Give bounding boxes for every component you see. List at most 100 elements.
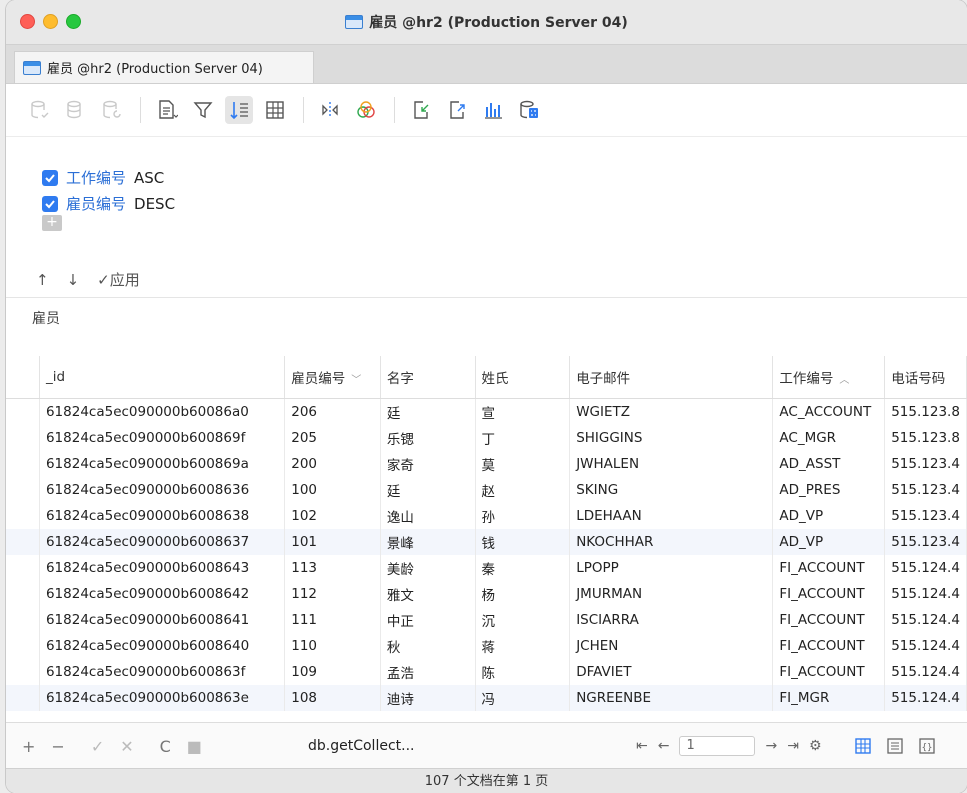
table-cell[interactable]: 110 — [284, 633, 381, 659]
sort-field[interactable]: 雇员编号 — [66, 193, 126, 214]
table-cell[interactable]: JCHEN — [569, 633, 774, 659]
table-cell[interactable]: 家奇 — [380, 451, 476, 477]
table-cell[interactable]: FI_ACCOUNT — [772, 555, 886, 581]
table-cell[interactable]: AC_ACCOUNT — [772, 398, 886, 425]
table-row[interactable]: 61824ca5ec090000b600869a 200 家奇莫 JWHALEN AD_… — [6, 451, 967, 477]
table-cell[interactable]: 61824ca5ec090000b6008640 — [39, 633, 286, 659]
table-row[interactable]: 61824ca5ec090000b6008636 100 廷赵 SKING AD_PRE… — [6, 477, 967, 503]
table-cell[interactable]: 206 — [284, 398, 381, 425]
sort-direction[interactable]: DESC — [134, 195, 175, 213]
table-cell[interactable]: SHIGGINS — [569, 425, 774, 451]
column-header[interactable]: 电子邮件 — [569, 356, 774, 399]
sort-direction[interactable]: ASC — [134, 169, 164, 187]
table-cell[interactable]: 515.124.4 — [884, 581, 967, 607]
column-header[interactable]: 姓氏 — [475, 356, 571, 399]
refresh-button[interactable]: C — [160, 737, 171, 756]
table-cell[interactable]: 丁 — [475, 425, 571, 451]
table-cell[interactable]: 沉 — [475, 607, 571, 633]
commit-button[interactable] — [62, 96, 90, 124]
tab-employees[interactable]: 雇员 @hr2 (Production Server 04) — [14, 51, 314, 83]
table-cell[interactable]: 101 — [284, 529, 381, 555]
grid-view-button[interactable] — [261, 96, 289, 124]
table-cell[interactable]: 61824ca5ec090000b6008636 — [39, 477, 286, 503]
table-cell[interactable]: 108 — [284, 685, 381, 711]
table-cell[interactable]: 乐锶 — [380, 425, 476, 451]
chart-button[interactable] — [479, 96, 507, 124]
table-cell[interactable]: 冯 — [475, 685, 571, 711]
move-down-button[interactable]: ↓ — [67, 271, 80, 289]
table-cell[interactable]: 515.124.4 — [884, 685, 967, 711]
table-cell[interactable]: FI_MGR — [772, 685, 886, 711]
table-cell[interactable]: 515.124.4 — [884, 607, 967, 633]
begin-transaction-button[interactable] — [26, 96, 54, 124]
filter-button[interactable] — [189, 96, 217, 124]
merge-view-button[interactable] — [352, 96, 380, 124]
table-cell[interactable]: 205 — [284, 425, 381, 451]
table-cell[interactable]: 61824ca5ec090000b6008641 — [39, 607, 286, 633]
table-cell[interactable]: 陈 — [475, 659, 571, 685]
sort-rule-checkbox[interactable] — [42, 195, 58, 212]
table-cell[interactable]: 515.123.4 — [884, 503, 967, 529]
column-header[interactable]: 工作编号 ︿ — [772, 356, 886, 399]
table-cell[interactable]: 515.124.4 — [884, 659, 967, 685]
table-cell[interactable]: 111 — [284, 607, 381, 633]
table-cell[interactable]: ISCIARRA — [569, 607, 774, 633]
stop-button[interactable]: ■ — [187, 737, 202, 756]
form-view-icon[interactable] — [886, 737, 904, 755]
column-header[interactable]: 名字 — [380, 356, 476, 399]
table-cell[interactable]: 景峰 — [380, 529, 476, 555]
table-cell[interactable]: 61824ca5ec090000b600863e — [39, 685, 286, 711]
table-row[interactable]: 61824ca5ec090000b60086a0 206 廷宣 WGIETZ AC_AC… — [6, 398, 967, 425]
table-cell[interactable]: 112 — [284, 581, 381, 607]
table-cell[interactable]: 逸山 — [380, 503, 476, 529]
table-cell[interactable]: 109 — [284, 659, 381, 685]
table-cell[interactable]: 61824ca5ec090000b600869a — [39, 451, 286, 477]
settings-icon[interactable]: ⚙ — [809, 738, 822, 754]
table-cell[interactable]: 61824ca5ec090000b600869f — [39, 425, 286, 451]
column-header[interactable]: 电话号码 — [884, 356, 967, 399]
table-cell[interactable]: 美龄 — [380, 555, 476, 581]
table-cell[interactable]: 宣 — [475, 398, 571, 425]
table-cell[interactable]: FI_ACCOUNT — [772, 659, 886, 685]
table-cell[interactable]: JWHALEN — [569, 451, 774, 477]
json-view-icon[interactable]: {} — [918, 737, 936, 755]
table-cell[interactable]: 61824ca5ec090000b6008638 — [39, 503, 286, 529]
table-cell[interactable]: 515.124.4 — [884, 555, 967, 581]
table-cell[interactable]: 515.123.4 — [884, 529, 967, 555]
sort-field[interactable]: 工作编号 — [66, 167, 126, 188]
rollback-button[interactable] — [98, 96, 126, 124]
sort-rule[interactable]: 雇员编号 DESC — [42, 193, 175, 214]
table-cell[interactable]: FI_ACCOUNT — [772, 607, 886, 633]
table-cell[interactable]: FI_ACCOUNT — [772, 581, 886, 607]
table-cell[interactable]: 廷 — [380, 398, 476, 425]
table-cell[interactable]: JMURMAN — [569, 581, 774, 607]
table-row[interactable]: 61824ca5ec090000b600869f 205 乐锶丁 SHIGGINS AC… — [6, 425, 967, 451]
table-cell[interactable]: 113 — [284, 555, 381, 581]
query-preview[interactable]: db.getCollect... — [308, 738, 414, 754]
sort-rule-checkbox[interactable] — [42, 169, 58, 186]
import-button[interactable] — [407, 96, 435, 124]
table-row[interactable]: 61824ca5ec090000b6008641 111 中正沉 ISCIARRA FI… — [6, 607, 967, 633]
table-cell[interactable]: 102 — [284, 503, 381, 529]
table-cell[interactable]: 廷 — [380, 477, 476, 503]
table-row[interactable]: 61824ca5ec090000b6008638 102 逸山孙 LDEHAAN AD_… — [6, 503, 967, 529]
table-cell[interactable]: 秦 — [475, 555, 571, 581]
apply-sort-button[interactable]: ✓应用 — [97, 269, 140, 290]
table-cell[interactable]: 515.123.4 — [884, 477, 967, 503]
table-cell[interactable]: 515.123.8 — [884, 425, 967, 451]
table-cell[interactable]: SKING — [569, 477, 774, 503]
table-cell[interactable]: 钱 — [475, 529, 571, 555]
apply-changes-button[interactable]: ✓ — [91, 737, 104, 756]
table-cell[interactable]: WGIETZ — [569, 398, 774, 425]
table-cell[interactable]: NGREENBE — [569, 685, 774, 711]
split-view-button[interactable] — [316, 96, 344, 124]
sort-rule[interactable]: 工作编号 ASC — [42, 167, 164, 188]
table-cell[interactable]: 雅文 — [380, 581, 476, 607]
table-cell[interactable]: NKOCHHAR — [569, 529, 774, 555]
table-cell[interactable]: AD_ASST — [772, 451, 886, 477]
table-cell[interactable]: 杨 — [475, 581, 571, 607]
table-cell[interactable]: 200 — [284, 451, 381, 477]
table-cell[interactable]: 秋 — [380, 633, 476, 659]
grid-view-icon[interactable] — [854, 737, 872, 755]
table-cell[interactable]: 61824ca5ec090000b60086a0 — [39, 398, 286, 425]
